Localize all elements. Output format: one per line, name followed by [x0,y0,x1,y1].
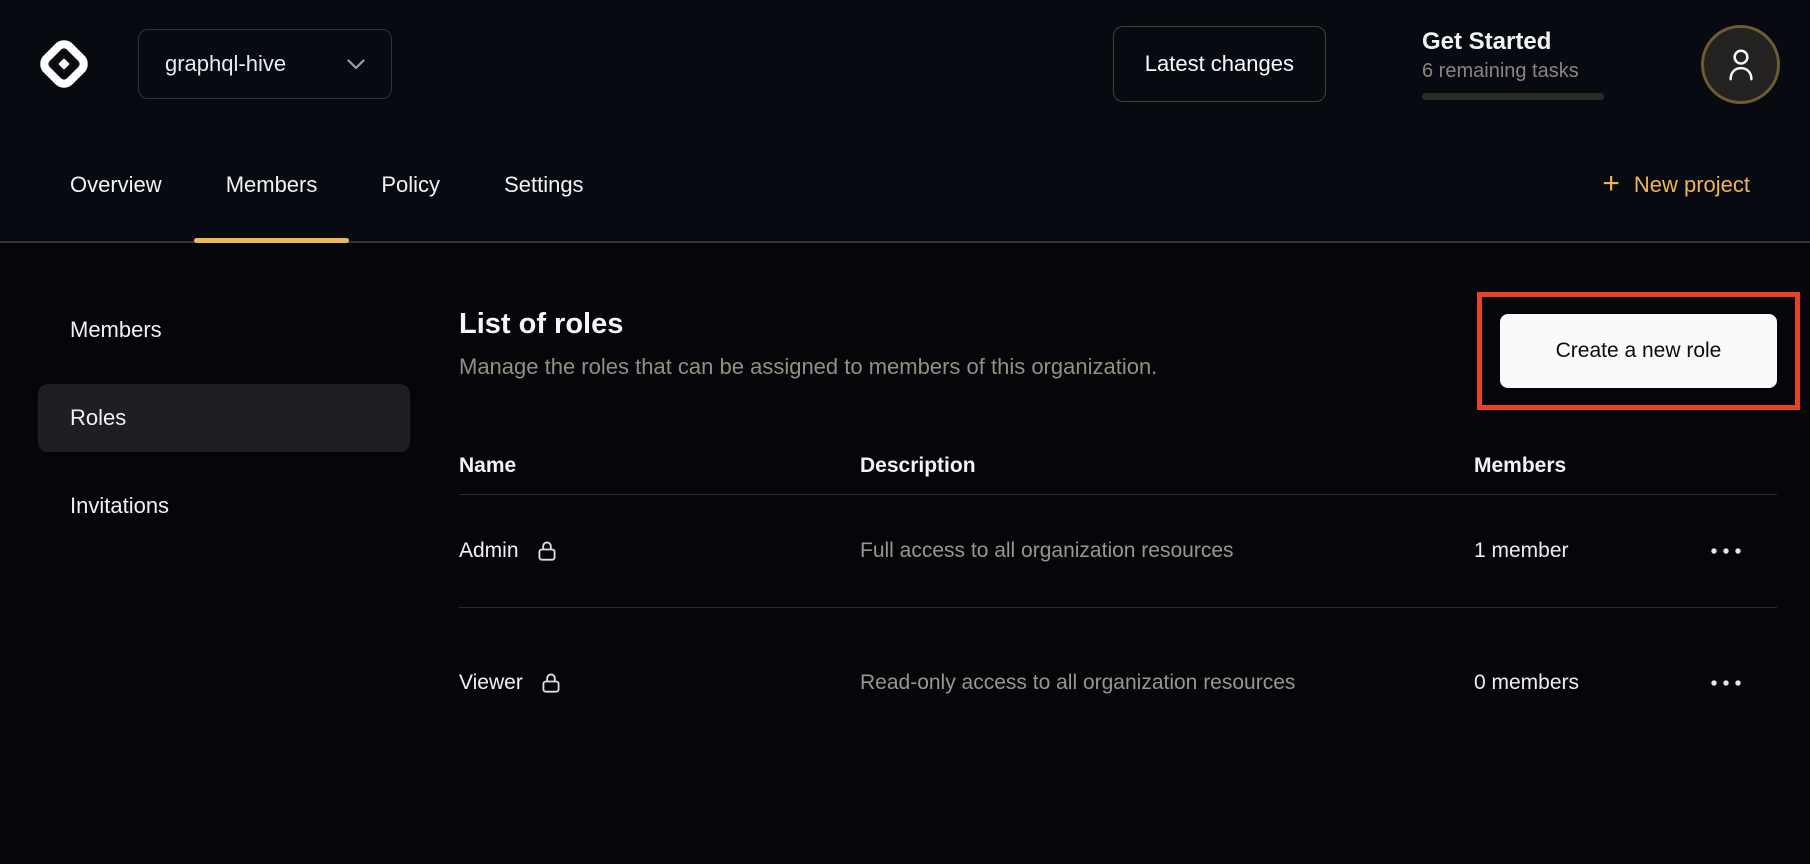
user-icon [1724,46,1758,82]
column-header-name: Name [459,454,860,478]
sidebar-item-roles-label: Roles [70,405,126,431]
row-menu-button[interactable] [1705,670,1747,696]
main-header: List of roles Manage the roles that can … [459,308,1777,380]
new-project-button[interactable]: + New project [1602,170,1750,200]
tab-policy-label: Policy [381,172,440,198]
tab-members-label: Members [226,172,318,198]
org-selector[interactable]: graphql-hive [138,29,392,99]
get-started-subtitle: 6 remaining tasks [1422,60,1604,83]
plus-icon: + [1602,169,1620,199]
table-row: Admin Full access to all organization re… [459,495,1777,608]
create-role-button[interactable]: Create a new role [1500,314,1777,388]
page: graphql-hive Latest changes Get Started … [0,0,1810,864]
sidebar-item-members-label: Members [70,317,162,343]
row-menu-button[interactable] [1705,538,1747,564]
get-started-progress-track [1422,93,1604,100]
avatar-button[interactable] [1701,25,1780,104]
tab-policy[interactable]: Policy [349,128,472,241]
hive-logo-icon[interactable] [35,35,93,93]
tab-overview-label: Overview [70,172,162,198]
org-selector-value: graphql-hive [165,51,286,77]
lock-icon [534,538,560,564]
role-name: Viewer [459,671,523,695]
role-members-count: 1 member [1474,539,1705,563]
get-started-title: Get Started [1422,28,1604,56]
column-header-description: Description [860,454,1474,478]
sidebar-item-invitations[interactable]: Invitations [38,472,410,540]
table-header-row: Name Description Members [459,437,1777,495]
tab-overview[interactable]: Overview [38,128,194,241]
get-started-widget[interactable]: Get Started 6 remaining tasks [1422,28,1604,100]
top-bar: graphql-hive Latest changes Get Started … [0,0,1810,128]
chevron-down-icon [347,59,365,70]
sidebar-item-members[interactable]: Members [38,296,410,364]
lock-icon [538,670,564,696]
header: graphql-hive Latest changes Get Started … [0,0,1810,243]
column-header-members: Members [1474,454,1705,478]
tab-settings-label: Settings [504,172,584,198]
sidebar-item-invitations-label: Invitations [70,493,169,519]
role-name-cell: Viewer [459,670,860,696]
main-panel: List of roles Manage the roles that can … [459,243,1777,862]
new-project-label: New project [1634,172,1750,198]
table-row: Viewer Read-only access to all organizat… [459,608,1777,758]
tab-members[interactable]: Members [194,128,350,241]
tab-settings[interactable]: Settings [472,128,616,241]
tab-bar: Overview Members Policy Settings + New p… [0,128,1810,243]
roles-table: Name Description Members Admin Full acce… [459,437,1777,758]
ellipsis-icon [1709,678,1743,688]
role-description: Read-only access to all organization res… [860,666,1474,700]
sidebar-item-roles[interactable]: Roles [38,384,410,452]
sidebar: Members Roles Invitations [0,243,410,862]
content: Members Roles Invitations List of roles … [0,243,1810,862]
ellipsis-icon [1709,546,1743,556]
role-members-count: 0 members [1474,671,1705,695]
role-description: Full access to all organization resource… [860,534,1474,568]
latest-changes-label: Latest changes [1145,51,1294,77]
role-name: Admin [459,539,519,563]
role-name-cell: Admin [459,538,860,564]
latest-changes-button[interactable]: Latest changes [1113,26,1326,102]
